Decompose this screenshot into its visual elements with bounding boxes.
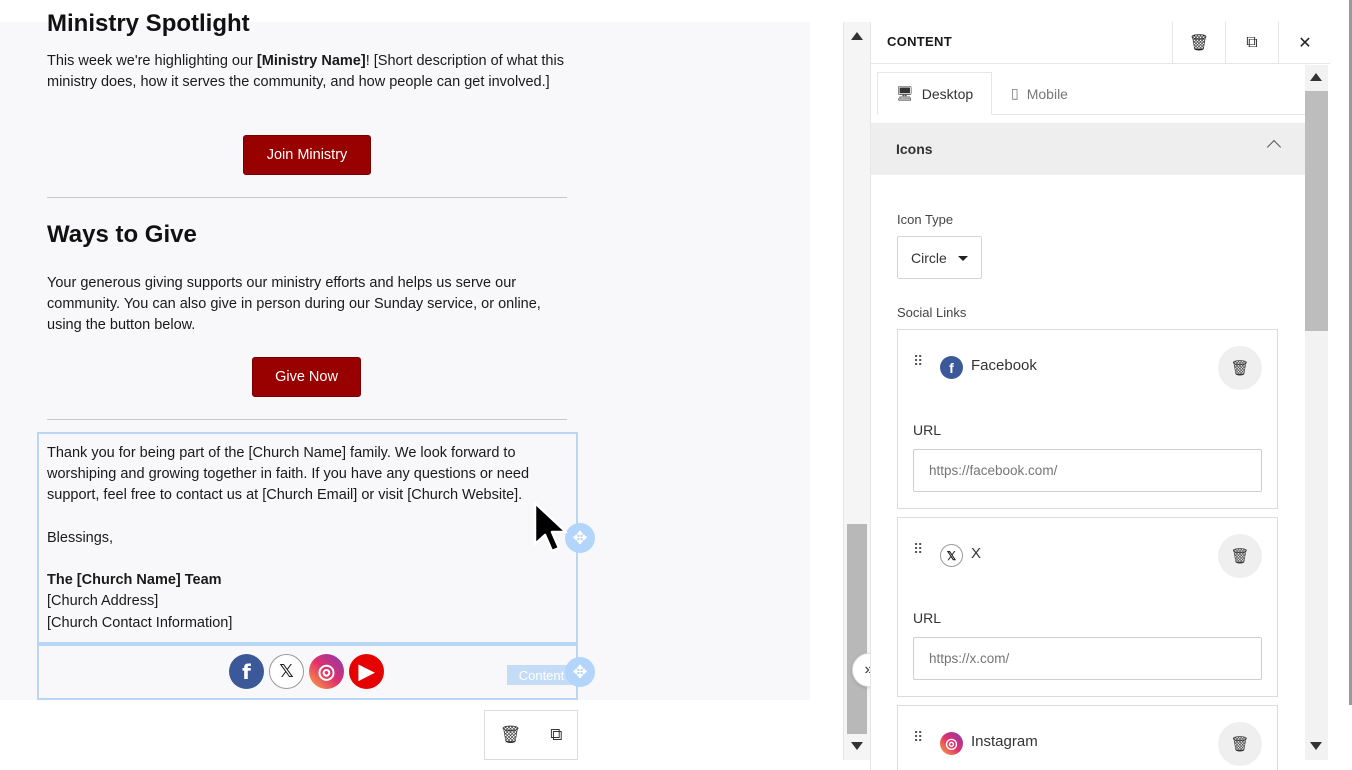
trash-icon: 🗑: [1230, 360, 1250, 377]
tab-label: Mobile: [1026, 85, 1068, 102]
duplicate-icon[interactable]: ⧉: [550, 725, 562, 745]
block-toolbar: 🗑 ⧉: [484, 710, 578, 760]
tab-mobile[interactable]: ▯ Mobile: [993, 72, 1086, 115]
delete-link-button[interactable]: 🗑: [1218, 534, 1262, 578]
join-ministry-button[interactable]: Join Ministry: [243, 135, 371, 175]
trash-icon: 🗑: [1188, 35, 1210, 52]
facebook-icon: f: [940, 356, 963, 379]
scroll-down-arrow-icon[interactable]: [851, 742, 863, 750]
instagram-icon[interactable]: ◎: [309, 654, 344, 689]
facebook-icon[interactable]: f: [229, 654, 264, 689]
x-icon: 𝕏: [940, 544, 963, 567]
closing-paragraph[interactable]: Thank you for being part of the [Church …: [47, 443, 562, 506]
trash-icon: 🗑: [1230, 548, 1250, 565]
icon-type-label: Icon Type: [897, 212, 954, 227]
ways-to-give-title[interactable]: Ways to Give: [47, 221, 197, 249]
give-paragraph[interactable]: Your generous giving supports our minist…: [47, 273, 567, 336]
delete-block-button[interactable]: 🗑: [1172, 22, 1225, 64]
x-icon[interactable]: 𝕏: [269, 654, 304, 689]
mobile-icon: ▯: [1011, 85, 1019, 101]
drag-handle-icon[interactable]: ⠿: [913, 542, 925, 563]
trash-icon: 🗑: [1230, 736, 1250, 753]
divider: [47, 419, 567, 420]
ministry-paragraph[interactable]: This week we're highlighting our [Minist…: [47, 51, 567, 93]
email-body: Ministry Spotlight This week we're highl…: [0, 10, 810, 700]
social-link-name: Instagram: [971, 733, 1038, 750]
scrollbar-thumb[interactable]: [847, 524, 867, 734]
url-label: URL: [913, 422, 942, 438]
icon-type-value: Circle: [911, 249, 947, 266]
panel-header: CONTENT 🗑 ⧉ ✕: [871, 22, 1330, 64]
give-now-button[interactable]: Give Now: [252, 357, 361, 397]
duplicate-block-button[interactable]: ⧉: [1225, 22, 1278, 64]
divider: [47, 197, 567, 198]
team-signature: The [Church Name] Team: [47, 572, 222, 588]
scroll-up-arrow-icon[interactable]: [851, 32, 863, 40]
social-link-card: ⠿ f Facebook 🗑 URL: [897, 329, 1278, 509]
signoff-text: Blessings,: [47, 530, 114, 546]
scrollbar-thumb[interactable]: [1305, 91, 1328, 331]
church-address: [Church Address]: [47, 593, 159, 609]
youtube-icon[interactable]: ▶: [349, 654, 384, 689]
icon-type-select[interactable]: Circle: [897, 236, 982, 279]
device-tabs: 🖥 Desktop ▯ Mobile: [877, 72, 1305, 115]
scroll-up-arrow-icon[interactable]: [1310, 73, 1322, 81]
social-links-label: Social Links: [897, 305, 967, 320]
ministry-name: [Ministry Name]: [256, 53, 366, 69]
instagram-icon: ◎: [940, 732, 963, 755]
mouse-cursor-icon: [533, 501, 568, 553]
icons-section-header[interactable]: Icons: [871, 123, 1305, 175]
church-contact: [Church Contact Information]: [47, 615, 233, 631]
panel-scrollbar[interactable]: [1305, 65, 1328, 760]
desktop-icon: 🖥: [896, 85, 914, 101]
caret-down-icon: [958, 256, 968, 261]
close-icon: ✕: [1298, 35, 1312, 52]
move-handle-icon[interactable]: ✥: [565, 657, 595, 687]
scroll-down-arrow-icon[interactable]: [1310, 742, 1322, 750]
drag-handle-icon[interactable]: ⠿: [913, 354, 925, 375]
social-link-card: ⠿ ◎ Instagram 🗑: [897, 705, 1278, 770]
tab-desktop[interactable]: 🖥 Desktop: [877, 72, 993, 115]
clipped-section-heading: Ministry Spotlight: [47, 10, 250, 37]
x-url-input[interactable]: [913, 637, 1262, 680]
social-link-name: X: [971, 545, 982, 562]
social-icons-row: f 𝕏 ◎ ▶: [229, 654, 384, 689]
canvas-scrollbar[interactable]: [843, 22, 870, 760]
close-panel-button[interactable]: ✕: [1278, 22, 1330, 64]
facebook-url-input[interactable]: [913, 449, 1262, 492]
content-panel: CONTENT 🗑 ⧉ ✕ 🖥 Desktop ▯ Mobile Icons I…: [870, 22, 1330, 770]
ministry-text-start: This week we're highlighting our: [47, 53, 257, 69]
trash-icon[interactable]: 🗑: [500, 725, 522, 745]
tab-label: Desktop: [921, 85, 974, 102]
delete-link-button[interactable]: 🗑: [1218, 346, 1262, 390]
duplicate-icon: ⧉: [1246, 34, 1258, 51]
url-label: URL: [913, 610, 942, 626]
section-title: Icons: [896, 141, 933, 157]
social-link-name: Facebook: [971, 357, 1037, 374]
drag-handle-icon[interactable]: ⠿: [913, 730, 925, 751]
social-link-card: ⠿ 𝕏 X 🗑 URL: [897, 517, 1278, 697]
delete-link-button[interactable]: 🗑: [1218, 722, 1262, 766]
email-canvas: Ministry Spotlight This week we're highl…: [0, 0, 843, 770]
chevron-up-icon: [1266, 139, 1282, 155]
panel-title: CONTENT: [887, 34, 952, 49]
